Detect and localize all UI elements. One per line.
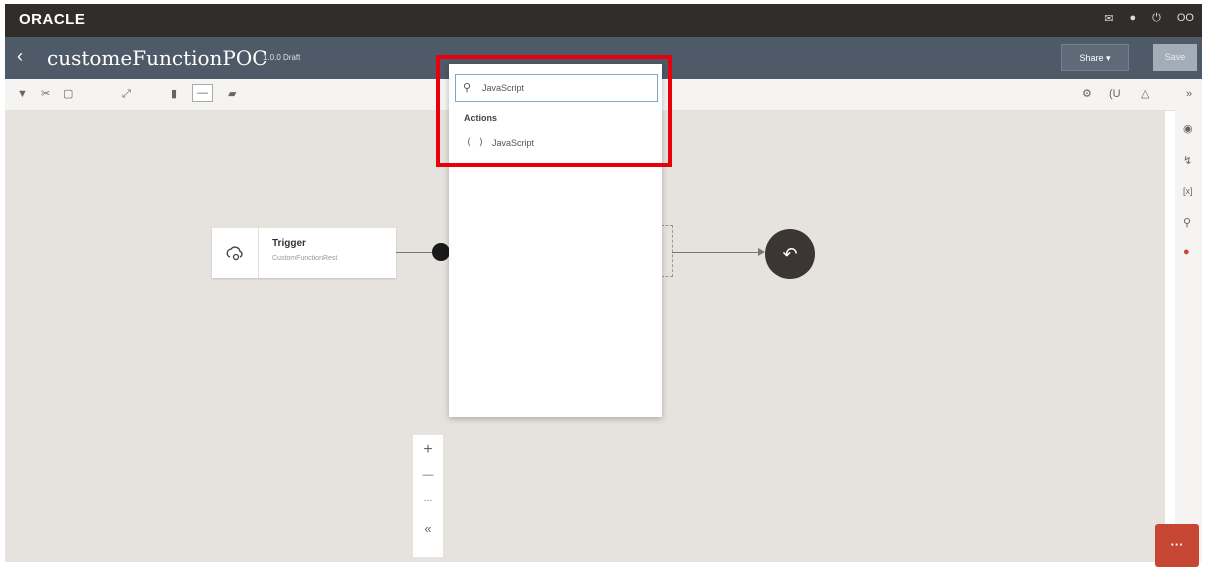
connector-line — [672, 252, 760, 253]
arrowhead — [758, 248, 765, 256]
right-rail: ◉ ↯ [x] ⚲ ● — [1175, 110, 1202, 562]
power-icon[interactable]: ⏻ — [1152, 12, 1161, 25]
layout-horizontal-icon[interactable]: — — [192, 84, 213, 102]
placeholder-node — [661, 225, 673, 277]
collapse-panel-button[interactable]: « — [413, 521, 443, 536]
user-avatar[interactable]: OO — [1177, 12, 1194, 25]
copy-icon[interactable]: ▢ — [63, 87, 73, 101]
trigger-node[interactable]: Trigger CustomFunctionRest — [212, 228, 396, 278]
cloud-trigger-icon — [226, 246, 243, 261]
share-button[interactable]: Share ▾ — [1061, 44, 1129, 71]
cut-icon[interactable]: ✂ — [41, 87, 50, 101]
highlight-box — [436, 55, 672, 167]
oracle-logo: ORACLE — [19, 11, 86, 28]
zoom-out-button[interactable]: — — [413, 469, 443, 481]
layout-vertical-icon[interactable]: ▮ — [171, 87, 177, 101]
settings-icon[interactable]: ⚙ — [1082, 87, 1092, 101]
zoom-in-button[interactable]: + — [413, 441, 443, 459]
more-button[interactable]: ··· — [413, 495, 443, 505]
back-button[interactable]: ‹ — [17, 46, 23, 67]
megaphone-icon[interactable]: ✉ — [1104, 12, 1113, 25]
pin-icon[interactable]: ↯ — [1183, 154, 1192, 167]
search-icon[interactable]: ⚲ — [1183, 216, 1191, 229]
expand-icon[interactable]: ⤢ — [122, 87, 131, 101]
page-title: customeFunctionPOC — [47, 46, 268, 70]
save-button[interactable]: Save — [1153, 44, 1197, 71]
integration-icon[interactable]: ● — [1183, 246, 1190, 258]
collapse-icon[interactable]: » — [1186, 87, 1192, 101]
zoom-controls: + — ··· « — [413, 435, 443, 557]
add-action-button[interactable] — [432, 243, 450, 261]
save-icon[interactable]: ▼ — [17, 87, 28, 101]
oracle-topbar: ORACLE ✉ ● ⏻ OO — [5, 4, 1202, 37]
chat-button[interactable]: ··· — [1155, 524, 1199, 567]
trigger-title: Trigger — [272, 238, 306, 249]
end-node[interactable]: ↶ — [765, 229, 815, 279]
target-icon[interactable]: ◉ — [1183, 122, 1193, 135]
warning-icon[interactable]: △ — [1141, 87, 1149, 101]
version-badge: 1.0.0 Draft — [263, 53, 301, 62]
bracket-icon[interactable]: [x] — [1183, 186, 1193, 196]
connector-line — [396, 252, 436, 253]
variables-icon[interactable]: (U — [1109, 87, 1121, 101]
layout-split-icon[interactable]: ▰ — [228, 87, 236, 101]
trigger-subtitle: CustomFunctionRest — [272, 255, 338, 262]
help-icon[interactable]: ● — [1130, 12, 1137, 25]
